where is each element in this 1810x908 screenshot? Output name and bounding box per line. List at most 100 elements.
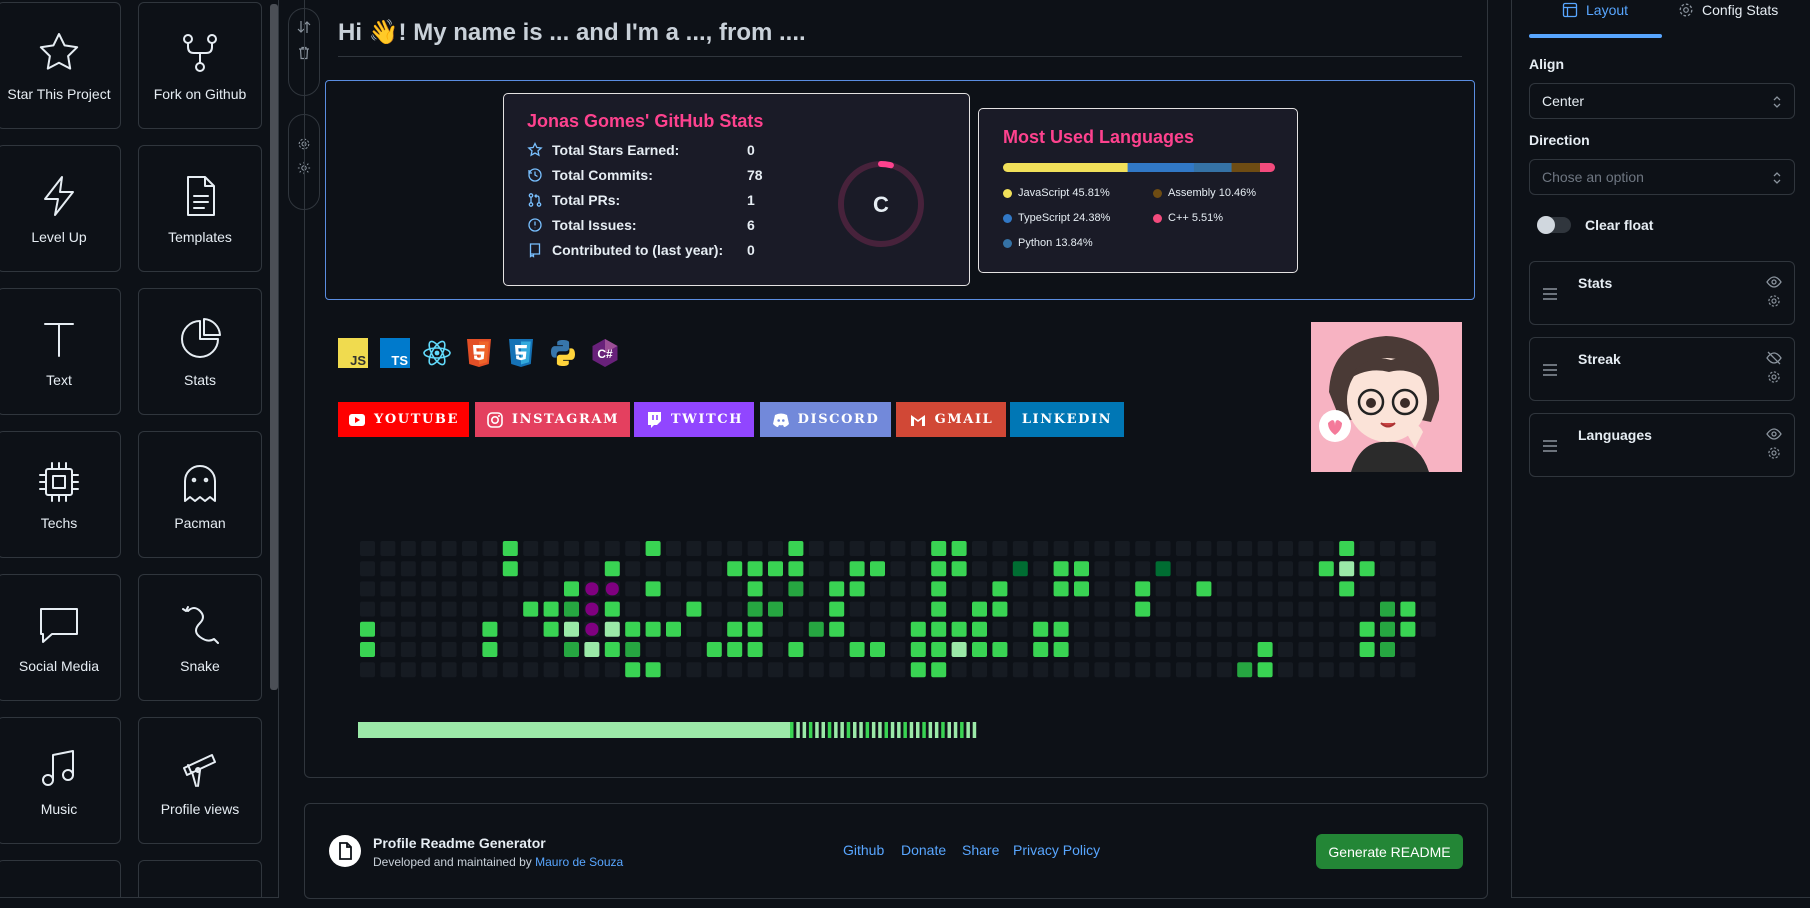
sidebar-item-label: Profile views [160,801,240,817]
repo-icon [529,243,541,258]
sidebar-item-music[interactable]: Music [0,717,121,844]
contribution-cell [931,601,947,617]
donate-link[interactable]: Donate [901,842,946,858]
layout-block-stats[interactable]: Stats [1529,261,1795,325]
contribution-cell [1237,621,1253,637]
privacy-policy-link[interactable]: Privacy Policy [1013,842,1100,858]
author-link[interactable]: Mauro de Souza [535,855,623,869]
react-icon [423,340,451,366]
social-badge-discord[interactable]: DISCORD [760,402,891,437]
contribution-cell [1216,561,1232,577]
contribution-cell [972,621,987,637]
pie-chart-icon [181,318,221,358]
eye-icon[interactable] [1766,274,1782,290]
eye-off-icon[interactable] [1766,350,1782,366]
profile-image [1311,322,1462,472]
layout-block-streak[interactable]: Streak [1529,337,1795,401]
social-badge-instagram[interactable]: INSTAGRAM [475,402,630,437]
social-badge-linkedin[interactable]: LINKEDIN [1010,402,1124,437]
contribution-cell [1237,642,1253,657]
direction-select[interactable]: Chose an option [1529,159,1795,195]
sidebar-item-profile-views[interactable]: Profile views [138,717,262,844]
github-link[interactable]: Github [843,842,884,858]
contribution-cell [666,601,681,617]
contribution-cell [1420,561,1436,577]
sidebar-item-text[interactable]: Text [0,288,121,415]
social-badge-twitch[interactable]: TWITCH [634,402,754,437]
contribution-cell [1278,581,1293,597]
snake-progress-stripe [903,722,907,738]
contribution-cell [870,621,885,637]
language-item: TypeScript 24.38% [1003,212,1110,224]
contribution-cell [1298,581,1314,597]
sidebar-item-stats[interactable]: Stats [138,288,262,415]
gear-icon[interactable] [1767,370,1781,384]
social-badge-gmail[interactable]: GMAIL [896,402,1006,437]
svg-text:TS: TS [391,353,408,368]
contribution-cell [1053,662,1069,678]
sidebar-item-partial[interactable] [0,860,121,897]
sidebar-scrollbar[interactable] [270,4,278,690]
align-select[interactable]: Center [1529,83,1795,119]
contribution-cell [666,541,681,556]
sidebar-item-fork-on-github[interactable]: Fork on Github [138,2,262,129]
footer [304,803,1488,899]
contribution-cell [1400,642,1416,657]
contribution-cell [768,541,783,556]
contribution-cell [1033,581,1049,597]
stat-value: 6 [747,217,755,233]
snake-progress-stripe [871,722,876,738]
contribution-cell [1400,541,1416,556]
gmail-icon [910,414,925,426]
gear-icon[interactable] [1767,446,1781,460]
contribution-cell [1257,642,1273,657]
contribution-cell [1012,581,1028,597]
contribution-cell [1135,581,1151,597]
sidebar-item-templates[interactable]: Templates [138,145,262,272]
contribution-cell [462,642,477,657]
drag-handle-icon[interactable] [1542,440,1558,452]
generate-readme-button[interactable]: Generate README [1316,834,1463,869]
stat-label: Total Stars Earned: [552,142,680,158]
tab-layout[interactable]: Layout [1562,2,1628,18]
contribution-cell [666,581,681,597]
snake-progress-stripe [853,722,857,738]
drag-handle-icon[interactable] [1542,288,1558,300]
contribution-cell [441,642,457,657]
contribution-cell [727,642,743,657]
sidebar-item-star-this-project[interactable]: Star This Project [0,2,121,129]
clear-float-toggle[interactable] [1537,216,1571,234]
contribution-cell [1339,541,1355,556]
sidebar-item-pacman[interactable]: Pacman [138,431,262,558]
contribution-cell [482,561,498,577]
sidebar-item-partial[interactable] [138,860,262,897]
contribution-cell [1216,621,1232,637]
layout-block-languages[interactable]: Languages [1529,413,1795,477]
sidebar-item-snake[interactable]: Snake [138,574,262,701]
page-title[interactable]: Hi 👋! My name is ... and I'm a ..., from… [338,18,806,47]
contribution-cell [564,662,579,678]
instagram-icon [487,411,503,428]
sidebar-item-level-up[interactable]: Level Up [0,145,121,272]
git-fork-icon [183,34,217,72]
contribution-cell [890,662,906,678]
contribution-cell [1318,662,1334,678]
contribution-cell [645,601,661,617]
social-badge-label: DISCORD [797,412,880,427]
share-link[interactable]: Share [962,842,999,858]
contribution-cell [1196,581,1212,597]
sidebar-item-techs[interactable]: Techs [0,431,121,558]
contribution-cell [808,642,824,657]
contribution-cell [421,581,437,597]
contribution-cell [768,601,783,617]
drag-handle-icon[interactable] [1542,364,1558,376]
eye-icon[interactable] [1766,426,1782,442]
social-badge-youtube[interactable]: YOUTUBE [338,402,469,437]
contribution-cell [727,541,743,556]
sidebar-item-label: Star This Project [7,86,111,102]
gear-icon[interactable] [1767,294,1781,308]
sidebar-item-social-media[interactable]: Social Media [0,574,121,701]
contribution-cell [829,642,845,657]
tab-config-stats[interactable]: Config Stats [1678,2,1778,18]
contribution-cell [400,642,416,657]
